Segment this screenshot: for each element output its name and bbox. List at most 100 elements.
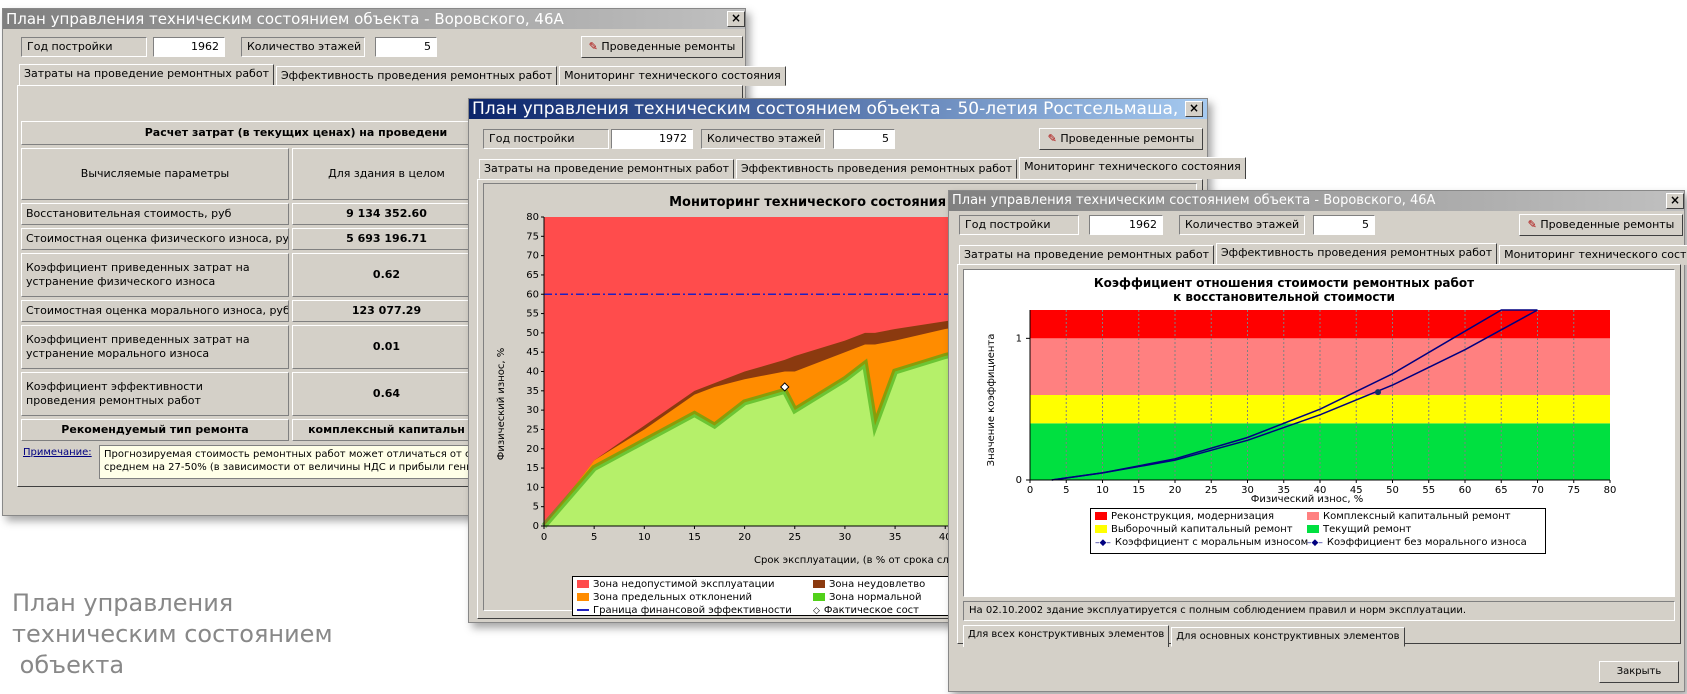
legend-swatch xyxy=(1307,525,1319,533)
param-line-1: Коэффициент приведенных затрат на xyxy=(26,261,250,274)
year-label: Год постройки xyxy=(21,37,147,57)
note-line-2: среднем на 27-50% (в зависимости от вели… xyxy=(104,462,473,473)
tab-efficiency[interactable]: Эффективность проведения ремонтных работ xyxy=(275,66,558,86)
tab-monitoring[interactable]: Мониторинг технического состояния xyxy=(1499,245,1687,265)
repairs-button[interactable]: ✎ Проведенные ремонты xyxy=(1039,128,1203,150)
year-field[interactable]: 1972 xyxy=(611,129,693,149)
chart-title-line-1: Коэффициент отношения стоимости ремонтны… xyxy=(1094,276,1474,290)
caption-line-2: техническим состоянием xyxy=(12,620,333,648)
y-tick-label: 65 xyxy=(526,270,539,281)
legend-label: Реконструкция, модернизация xyxy=(1111,511,1275,522)
x-tick-label: 15 xyxy=(688,532,701,543)
x-tick-label: 80 xyxy=(1604,485,1617,496)
table-row-param: Коэффициент приведенных затрат на устран… xyxy=(21,325,289,369)
legend-label: Фактическое сост xyxy=(823,605,920,616)
x-tick-label: 25 xyxy=(788,532,801,543)
param-line-1: Коэффициент приведенных затрат на xyxy=(26,333,250,346)
diamond-icon: ◇ xyxy=(813,606,820,616)
y-tick-label: 15 xyxy=(526,463,539,474)
chart-legend: Реконструкция, модернизация Комплексный к… xyxy=(1090,508,1546,554)
tab-monitoring[interactable]: Мониторинг технического состояния xyxy=(559,66,786,86)
close-icon[interactable]: × xyxy=(1185,101,1203,117)
param-line-1: Коэффициент эффективности xyxy=(26,380,203,393)
year-field[interactable]: 1962 xyxy=(1089,215,1163,235)
legend-swatch xyxy=(813,580,825,588)
wrench-icon: ✎ xyxy=(1047,132,1057,145)
legend-swatch xyxy=(1095,525,1107,533)
y-tick-label: 70 xyxy=(526,251,539,262)
subtab-strip: Для всех конструктивных элементов Для осн… xyxy=(963,625,1407,647)
table-row-param: Восстановительная стоимость, руб xyxy=(21,203,289,225)
wrench-icon: ✎ xyxy=(588,40,598,53)
note-line-1: Прогнозируемая стоимость ремонтных работ… xyxy=(104,449,471,460)
repairs-button[interactable]: ✎ Проведенные ремонты xyxy=(1519,214,1683,236)
floors-label: Количество этажей xyxy=(1179,215,1305,235)
floors-field[interactable]: 5 xyxy=(1313,215,1375,235)
year-field[interactable]: 1962 xyxy=(153,37,225,57)
table-row-param: Коэффициент приведенных затрат на устран… xyxy=(21,253,289,297)
x-tick-label: 5 xyxy=(1063,485,1069,496)
table-row-value: 9 134 352.60 xyxy=(292,203,481,225)
col-building-header: Для здания в целом xyxy=(292,148,481,200)
tab-costs[interactable]: Затраты на проведение ремонтных работ xyxy=(959,245,1214,265)
y-tick-label: 20 xyxy=(526,444,539,455)
subtab-all-elements[interactable]: Для всех конструктивных элементов xyxy=(963,625,1170,647)
y-tick-label: 60 xyxy=(526,289,539,300)
x-tick-label: 55 xyxy=(1422,485,1435,496)
legend-line-swatch xyxy=(577,609,589,611)
window-title-bar: План управления техническим состоянием о… xyxy=(469,99,1207,119)
chart-title-line-2: к восстановительной стоимости xyxy=(1173,290,1395,304)
legend-label: Зона предельных отклонений xyxy=(593,592,753,603)
table-row-value: 0.64 xyxy=(292,372,481,416)
tab-efficiency[interactable]: Эффективность проведения ремонтных работ xyxy=(1215,243,1498,265)
legend-label: Коэффициент с моральным износом xyxy=(1114,537,1309,548)
legend-label: Зона нормальной xyxy=(829,592,922,603)
y-tick-label: 5 xyxy=(533,502,539,513)
legend-swatch xyxy=(1307,512,1319,520)
x-tick-label: 20 xyxy=(738,532,751,543)
param-line-2: устранение морального износа xyxy=(26,347,210,360)
close-icon[interactable]: × xyxy=(727,11,745,27)
legend-label: Зона недопустимой эксплуатации xyxy=(593,579,775,590)
x-tick-label: 30 xyxy=(839,532,852,543)
subtab-main-elements[interactable]: Для основных конструктивных элементов xyxy=(1171,627,1405,647)
close-icon[interactable]: × xyxy=(1666,193,1684,209)
x-tick-label: 35 xyxy=(889,532,902,543)
tab-efficiency[interactable]: Эффективность проведения ремонтных работ xyxy=(735,159,1018,179)
window-title: План управления техническим состоянием о… xyxy=(952,193,1436,208)
tab-strip: Затраты на проведение ремонтных работ Эфф… xyxy=(959,243,1687,265)
table-row-param: Стоимостная оценка морального износа, ру… xyxy=(21,300,289,322)
window-title-bar: План управления техническим состоянием о… xyxy=(3,9,745,29)
legend-label: Зона неудовлетво xyxy=(829,579,926,590)
line-marker-icon: –◆– xyxy=(1095,538,1111,548)
tab-strip: Затраты на проведение ремонтных работ Эфф… xyxy=(479,157,1248,179)
floors-field[interactable]: 5 xyxy=(833,129,895,149)
y-tick-label: 75 xyxy=(526,231,539,242)
y-axis-label: Значение коэффициента xyxy=(986,334,997,467)
x-tick-label: 60 xyxy=(1459,485,1472,496)
y-tick-label: 10 xyxy=(526,482,539,493)
repairs-button-label: Проведенные ремонты xyxy=(1540,218,1675,231)
floors-field[interactable]: 5 xyxy=(375,37,437,57)
close-button[interactable]: Закрыть xyxy=(1599,661,1679,683)
chart-legend: Зона недопустимой эксплуатации Зона неудо… xyxy=(572,576,972,616)
note-box: Прогнозируемая стоимость ремонтных работ… xyxy=(99,445,481,479)
year-label: Год постройки xyxy=(959,215,1079,235)
x-tick-label: 0 xyxy=(1027,485,1033,496)
tab-costs[interactable]: Затраты на проведение ремонтных работ xyxy=(19,64,274,86)
param-line-2: устранение физического износа xyxy=(26,275,216,288)
table-row-value: 123 077.29 xyxy=(292,300,481,322)
year-label: Год постройки xyxy=(483,129,609,149)
repairs-button-label: Проведенные ремонты xyxy=(1060,132,1195,145)
x-axis-label: Срок эксплуатации, (в % от срока слу xyxy=(754,555,955,566)
repairs-button[interactable]: ✎ Проведенные ремонты xyxy=(581,36,743,58)
y-tick-label: 80 xyxy=(526,212,539,223)
y-tick-label: 30 xyxy=(526,405,539,416)
tab-costs[interactable]: Затраты на проведение ремонтных работ xyxy=(479,159,734,179)
x-tick-label: 10 xyxy=(638,532,651,543)
legend-label: Текущий ремонт xyxy=(1323,524,1412,535)
recommended-repair-value: комплексный капитальн xyxy=(292,419,481,441)
tab-strip: Затраты на проведение ремонтных работ Эфф… xyxy=(19,64,788,86)
x-tick-label: 65 xyxy=(1495,485,1508,496)
tab-monitoring[interactable]: Мониторинг технического состояния xyxy=(1019,157,1246,179)
